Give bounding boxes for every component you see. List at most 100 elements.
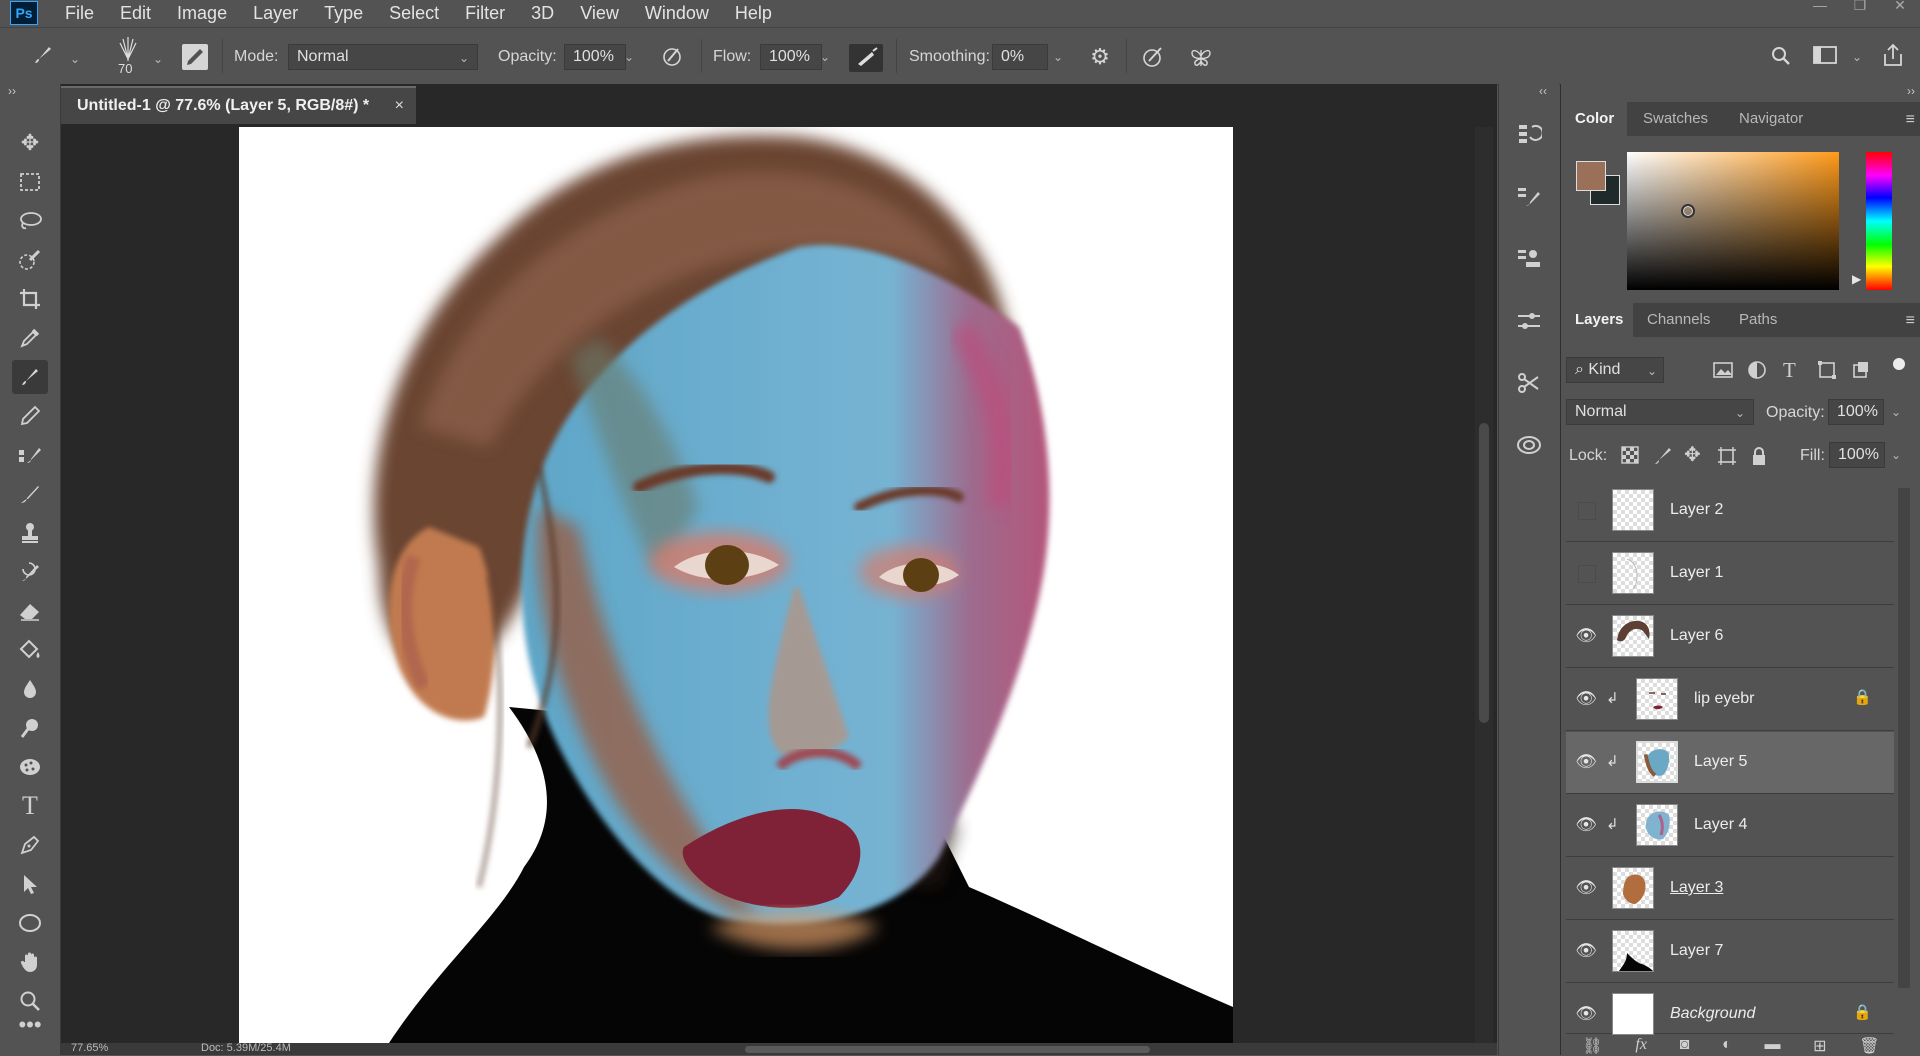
libraries-panel-icon[interactable] <box>1511 428 1547 462</box>
tool-presets-panel-icon[interactable] <box>1511 366 1547 400</box>
eye-icon[interactable]: 👁 <box>1575 751 1597 773</box>
fill-chevron-icon[interactable]: ⌄ <box>1891 448 1901 462</box>
lock-artboard-icon[interactable] <box>1716 445 1738 467</box>
lock-position-icon[interactable]: ✥ <box>1684 444 1706 466</box>
group-icon[interactable]: ▬ <box>1764 1036 1780 1055</box>
lasso-tool-icon[interactable] <box>12 204 48 238</box>
canvas[interactable] <box>239 127 1233 1043</box>
minimize-button[interactable]: — <box>1800 0 1840 14</box>
layer-row[interactable]: Layer 2 <box>1566 480 1894 542</box>
hue-slider[interactable] <box>1866 152 1892 290</box>
history-panel-icon[interactable] <box>1511 118 1547 152</box>
search-icon[interactable] <box>1766 44 1796 74</box>
tab-channels[interactable]: Channels <box>1647 303 1710 337</box>
pressure-size-icon[interactable] <box>1138 44 1168 76</box>
history-brush-tool-icon[interactable] <box>12 555 48 589</box>
lock-transparent-pixels-icon[interactable] <box>1620 445 1642 467</box>
tab-navigator[interactable]: Navigator <box>1739 102 1803 136</box>
filter-smart-objects-icon[interactable] <box>1850 360 1874 382</box>
layer-opacity-field[interactable]: 100% <box>1828 399 1884 425</box>
document-tab[interactable]: Untitled-1 @ 77.6% (Layer 5, RGB/8#) * × <box>61 86 416 124</box>
layer-row[interactable]: 👁 Layer 7 <box>1566 921 1894 983</box>
smoothing-settings-gear-icon[interactable]: ⚙ <box>1085 44 1115 70</box>
tab-color[interactable]: Color <box>1561 102 1627 136</box>
mixer-brush-tool-icon[interactable] <box>12 477 48 511</box>
canvas-vertical-scrollbar[interactable] <box>1475 127 1493 1043</box>
scrollbar-thumb[interactable] <box>1479 423 1489 723</box>
adjustment-icon[interactable]: ◐ <box>1722 1036 1732 1055</box>
fill-field[interactable]: 100% <box>1829 442 1885 468</box>
visibility-toggle[interactable] <box>1578 565 1596 583</box>
filter-toggle-icon[interactable] <box>1893 358 1905 370</box>
more-tools-icon[interactable]: ••• <box>12 1014 48 1038</box>
menu-layer[interactable]: Layer <box>240 3 311 24</box>
flow-chevron-icon[interactable]: ⌄ <box>820 50 830 64</box>
mask-icon[interactable]: ◙ <box>1680 1036 1690 1055</box>
opacity-field[interactable]: 100% <box>564 44 626 70</box>
hue-slider-handle-icon[interactable]: ▶ <box>1852 272 1861 286</box>
filter-shape-layers-icon[interactable] <box>1816 360 1840 382</box>
layer-row[interactable]: 👁 ↲ lip eyebr 🔒 <box>1566 669 1894 731</box>
layer-opacity-chevron-icon[interactable]: ⌄ <box>1891 405 1901 419</box>
smoothing-field[interactable]: 0% <box>992 44 1048 70</box>
brush-settings-panel-icon[interactable] <box>1511 180 1547 214</box>
layer-row[interactable]: 👁 ↲ Layer 4 <box>1566 795 1894 857</box>
menu-image[interactable]: Image <box>164 3 240 24</box>
color-picker-handle[interactable] <box>1681 204 1695 218</box>
layer-row[interactable]: 👁 Layer 3 <box>1566 858 1894 920</box>
visibility-toggle[interactable] <box>1578 502 1596 520</box>
foreground-color-swatch[interactable] <box>1576 161 1606 191</box>
fx-icon[interactable]: fx <box>1635 1036 1647 1055</box>
properties-panel-icon[interactable] <box>1511 304 1547 338</box>
pressure-opacity-icon[interactable] <box>658 44 686 74</box>
eyedropper-tool-icon[interactable] <box>12 321 48 355</box>
collapse-panels-icon[interactable]: ›› <box>1907 84 1915 98</box>
eye-icon[interactable]: 👁 <box>1575 814 1597 836</box>
tab-swatches[interactable]: Swatches <box>1643 102 1708 136</box>
pen-tool-icon[interactable] <box>12 828 48 862</box>
eraser-tool-icon[interactable] <box>12 594 48 628</box>
zoom-readout[interactable]: 77.65% <box>71 1042 108 1054</box>
layer-blend-mode-dropdown[interactable]: Normal ⌄ <box>1566 399 1754 425</box>
canvas-horizontal-scrollbar[interactable] <box>745 1046 1150 1053</box>
menu-file[interactable]: File <box>52 3 107 24</box>
eye-icon[interactable]: 👁 <box>1575 1003 1597 1025</box>
quick-selection-tool-icon[interactable] <box>12 243 48 277</box>
menu-window[interactable]: Window <box>632 3 722 24</box>
close-window-button[interactable]: ✕ <box>1880 0 1920 14</box>
clone-source-panel-icon[interactable] <box>1511 242 1547 276</box>
workspace-chevron-icon[interactable]: ⌄ <box>1852 50 1862 64</box>
layer-row[interactable]: Layer 1 <box>1566 543 1894 605</box>
restore-button[interactable]: ❐ <box>1840 0 1880 14</box>
paint-bucket-tool-icon[interactable] <box>12 633 48 667</box>
move-tool-icon[interactable]: ✥ <box>12 126 48 160</box>
close-document-icon[interactable]: × <box>395 88 404 124</box>
eye-icon[interactable]: 👁 <box>1575 688 1597 710</box>
ellipse-tool-icon[interactable] <box>12 906 48 940</box>
new-layer-icon[interactable]: ⊞ <box>1813 1036 1826 1055</box>
layers-panel-menu-icon[interactable]: ≡ <box>1906 312 1915 330</box>
link-icon[interactable]: ⛓ <box>1582 1036 1602 1055</box>
lock-all-icon[interactable] <box>1749 445 1771 467</box>
menu-3d[interactable]: 3D <box>518 3 567 24</box>
menu-filter[interactable]: Filter <box>452 3 518 24</box>
crop-tool-icon[interactable] <box>12 282 48 316</box>
opacity-chevron-icon[interactable]: ⌄ <box>624 50 634 64</box>
type-tool-icon[interactable]: T <box>12 789 48 823</box>
tab-layers[interactable]: Layers <box>1561 303 1633 337</box>
expand-toolbar-icon[interactable]: ›› <box>8 84 16 98</box>
layer-row[interactable]: 👁 Layer 6 <box>1566 606 1894 668</box>
tab-paths[interactable]: Paths <box>1739 303 1777 337</box>
eye-icon[interactable]: 👁 <box>1575 625 1597 647</box>
menu-select[interactable]: Select <box>376 3 452 24</box>
layer-filter-kind-dropdown[interactable]: ⌕ Kind ⌄ <box>1566 357 1664 383</box>
eye-icon[interactable]: 👁 <box>1575 877 1597 899</box>
airbrush-toggle-icon[interactable] <box>849 44 883 72</box>
brush-size-chevron-icon[interactable]: ⌄ <box>153 52 163 66</box>
menu-help[interactable]: Help <box>722 3 785 24</box>
smoothing-chevron-icon[interactable]: ⌄ <box>1053 50 1063 64</box>
marquee-tool-icon[interactable] <box>12 165 48 199</box>
brush-tip-icon[interactable] <box>113 35 143 63</box>
path-selection-tool-icon[interactable] <box>12 867 48 901</box>
brush-preset-icon[interactable] <box>28 43 58 73</box>
